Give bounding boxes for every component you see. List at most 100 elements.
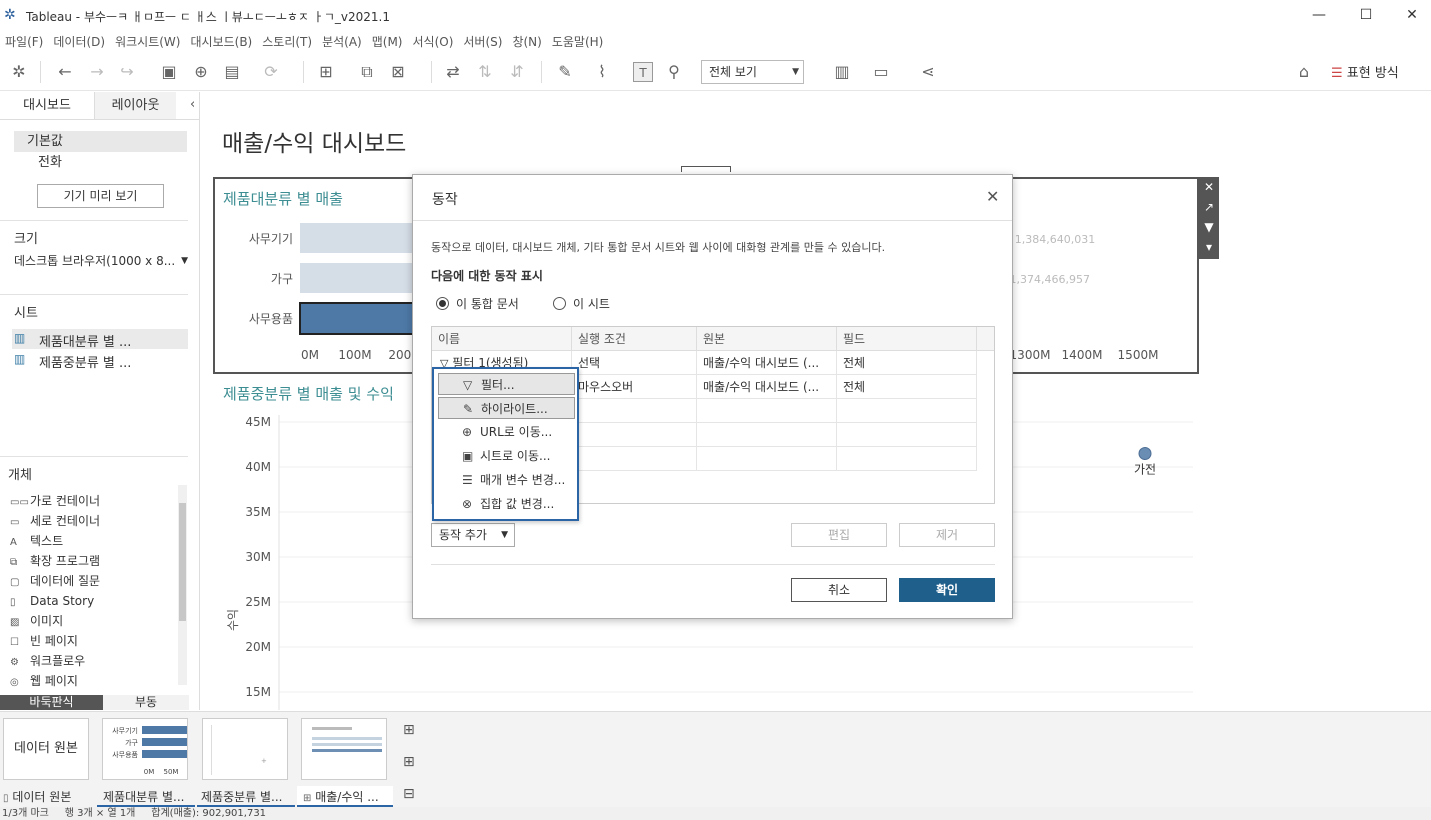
save-icon[interactable]: ▣ [159,62,179,82]
column-header-run-on[interactable]: 실행 조건 [572,327,697,351]
paint-icon[interactable]: ⌂ [1294,62,1314,82]
object-item[interactable]: ▨ 이미지 [10,611,176,631]
swap-icon[interactable]: ⇄ [443,62,463,82]
highlight-icon[interactable]: ✎ [555,62,575,82]
more-options-icon[interactable]: ▾ [1199,237,1219,257]
menu-data[interactable]: 데이터(D) [48,31,110,53]
radio-this-workbook[interactable] [436,297,449,310]
replay-icon[interactable]: ↪ [117,62,137,82]
collapse-panel-icon[interactable]: ‹ [190,97,195,112]
tab-layout[interactable]: 레이아웃 [94,92,176,119]
sort-descending-icon[interactable]: ⇵ [507,62,527,82]
object-item-label: 데이터에 질문 [30,574,101,588]
object-item[interactable]: ▭▭가로 컨테이너 [10,491,176,511]
sort-ascending-icon[interactable]: ⇅ [475,62,495,82]
radio-this-sheet[interactable] [553,297,566,310]
menu-item[interactable]: ⊗ 집합 값 변경... [438,493,575,515]
remove-sheet-icon[interactable]: ✕ [1199,177,1219,197]
add-action-button[interactable]: 동작 추가 ▼ [431,523,515,547]
size-select[interactable]: 데스크톱 브라우저(1000 x 8... ▼ [14,252,188,270]
menu-window[interactable]: 창(N) [507,31,546,53]
sheet-item[interactable]: ▥ 제품중분류 별 ... [12,350,188,371]
tab-floating[interactable]: 부동 [103,695,189,710]
object-item[interactable]: ▯ Data Story [10,591,176,611]
menu-help[interactable]: 도움말(H) [547,31,609,53]
pause-updates-icon[interactable]: ▤ [222,62,242,82]
attach-icon[interactable]: ⌇ [592,62,612,82]
remove-button[interactable]: 제거 [899,523,995,547]
menu-item[interactable]: ▽ 필터... [438,373,575,395]
table-cell-source: 매출/수익 대시보드 (... [697,351,837,375]
new-worksheet-icon[interactable]: ⊞ [316,62,336,82]
maximize-button[interactable]: ☐ [1343,0,1389,31]
sheet-tab-data-source[interactable]: ▯ 데이터 원본 [3,786,93,808]
sheet-tab-2[interactable]: 제품중분류 별... [197,786,295,808]
device-preview-button[interactable]: 기기 미리 보기 [37,184,164,208]
cards-icon[interactable]: ▥ [832,62,852,82]
thumbnail-category-label: 가구 [125,738,138,747]
menu-worksheet[interactable]: 워크시트(W) [110,31,185,53]
refresh-icon[interactable]: ⟳ [261,62,281,82]
pin-icon[interactable]: ⚲ [664,62,684,82]
scrollbar-thumb[interactable] [179,503,186,621]
clear-sheet-icon[interactable]: ⊠ [388,62,408,82]
sheet1-thumbnail[interactable]: 사무기기 가구 사무용품 0M 50M [102,718,188,780]
sheet2-thumbnail[interactable]: + [202,718,288,780]
dashboard-thumbnail[interactable] [301,718,387,780]
menu-map[interactable]: 맵(M) [367,31,408,53]
objects-scrollbar[interactable] [178,485,187,685]
menu-item[interactable]: ▣ 시트로 이동... [438,445,575,467]
sheet-item-label: 제품중분류 별 ... [39,356,132,371]
undo-icon[interactable]: ← [55,62,75,82]
menu-item[interactable]: ⊕ URL로 이동... [438,421,575,443]
device-phone[interactable]: 전화 [38,153,62,172]
menu-dashboard[interactable]: 대시보드(B) [185,31,257,53]
object-item[interactable]: ⚙ 워크플로우 [10,651,176,671]
tab-dashboard[interactable]: 대시보드 [0,92,94,119]
use-as-filter-icon[interactable]: ▼ [1199,217,1219,237]
menu-item[interactable]: ☰ 매개 변수 변경... [438,469,575,491]
new-datasource-icon[interactable]: ⊕ [191,62,211,82]
new-dashboard-icon[interactable]: ⊞ [403,754,415,770]
object-item[interactable]: ☐ 빈 페이지 [10,631,176,651]
object-item[interactable]: ▢ 데이터에 질문 [10,571,176,591]
object-item[interactable]: ◎ 웹 페이지 [10,671,176,691]
column-header-name[interactable]: 이름 [432,327,572,351]
object-item[interactable]: A 텍스트 [10,531,176,551]
object-item-label: 세로 컨테이너 [30,514,101,528]
sheet-tab-dashboard[interactable]: ⊞ 매출/수익 ... [297,786,393,808]
menu-file[interactable]: 파일(F) [0,31,48,53]
tab-tiled[interactable]: 바둑판식 [0,695,103,710]
menu-server[interactable]: 서버(S) [458,31,507,53]
sheet-tab-1[interactable]: 제품대분류 별... [97,786,195,808]
object-item[interactable]: ▭ 세로 컨테이너 [10,511,176,531]
go-to-sheet-icon[interactable]: ↗ [1199,197,1219,217]
new-worksheet-icon[interactable]: ⊞ [403,722,415,738]
device-default[interactable]: 기본값 [14,131,187,152]
minimize-button[interactable]: — [1296,0,1342,31]
menu-analysis[interactable]: 분석(A) [317,31,367,53]
column-header-source[interactable]: 원본 [697,327,837,351]
redo-icon[interactable]: → [87,62,107,82]
ok-button[interactable]: 확인 [899,578,995,602]
new-story-icon[interactable]: ⊟ [403,786,415,802]
text-label-icon[interactable]: T [633,62,653,82]
cancel-button[interactable]: 취소 [791,578,887,602]
edit-button[interactable]: 편집 [791,523,887,547]
column-header-field[interactable]: 필드 [837,327,977,351]
view-select[interactable]: 전체 보기 ▼ [701,60,804,84]
close-button[interactable]: ✕ [1389,0,1431,31]
presentation-icon[interactable]: ▭ [871,62,891,82]
show-me-button[interactable]: ☰ 표현 방식 [1331,62,1399,81]
data-source-thumbnail[interactable]: 데이터 원본 [3,718,89,780]
container-handle[interactable] [681,166,731,172]
menu-format[interactable]: 서식(O) [408,31,459,53]
dialog-close-icon[interactable]: ✕ [986,187,999,206]
sheet-item[interactable]: ▥ 제품대분류 별 ... [12,329,188,350]
object-item[interactable]: ⧉ 확장 프로그램 [10,551,176,571]
tableau-home-icon[interactable]: ✲ [9,62,29,82]
duplicate-icon[interactable]: ⧉ [357,62,377,82]
menu-story[interactable]: 스토리(T) [257,31,317,53]
share-icon[interactable]: ⋖ [918,62,938,82]
menu-item[interactable]: ✎ 하이라이트... [438,397,575,419]
